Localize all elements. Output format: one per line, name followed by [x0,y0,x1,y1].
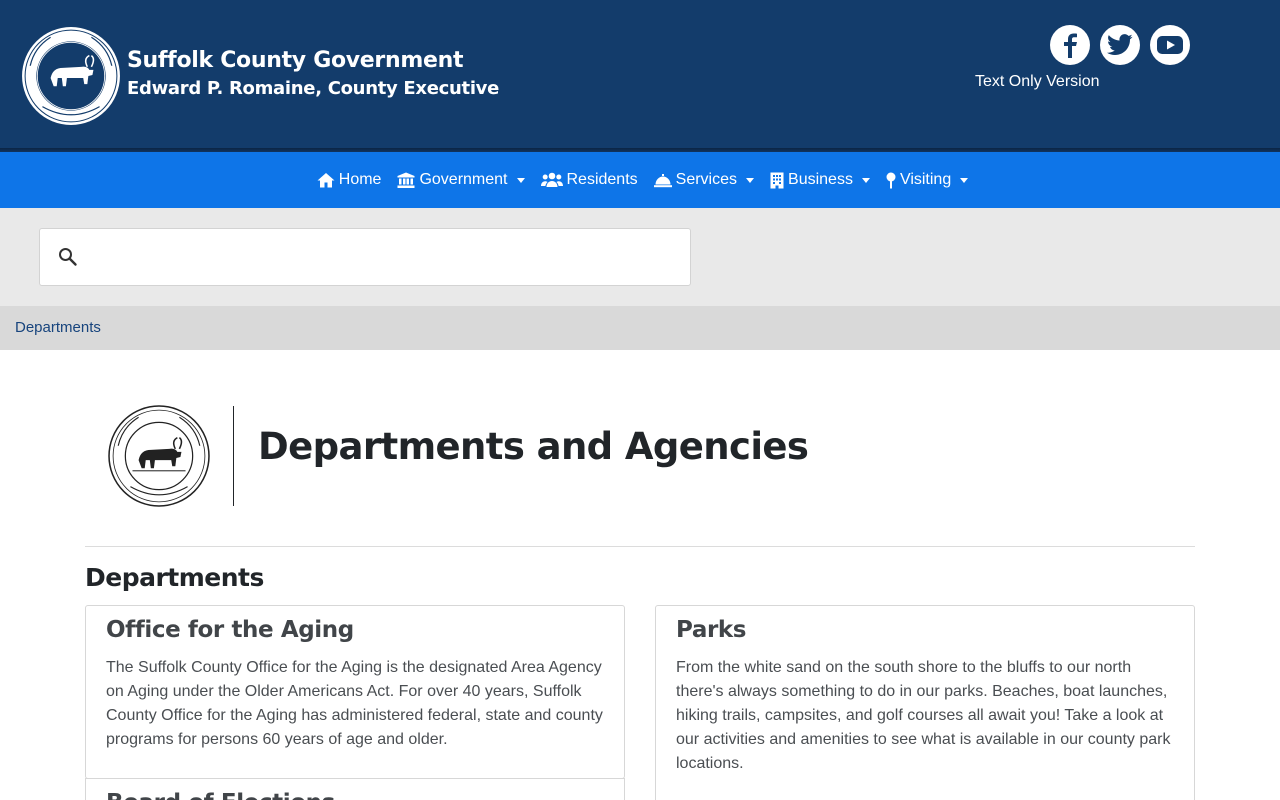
department-card-parks[interactable]: Parks From the white sand on the south s… [655,605,1195,800]
card-title[interactable]: Office for the Aging [106,617,354,643]
map-pin-icon [886,172,896,188]
nav-visiting[interactable]: Visiting [878,152,976,208]
youtube-icon[interactable] [1150,25,1190,65]
department-card-aging[interactable]: Office for the Aging The Suffolk County … [85,605,625,779]
users-icon [540,172,563,187]
facebook-icon[interactable] [1050,25,1090,65]
nav-services-label: Services [675,171,738,188]
county-seal-logo[interactable] [20,25,122,127]
chevron-down-icon [516,177,525,183]
home-icon [317,173,335,188]
title-divider [233,406,234,506]
breadcrumb-departments[interactable]: Departments [15,319,101,336]
nav-visiting-label: Visiting [899,171,952,188]
office-building-icon [770,172,784,188]
nav-home-label: Home [338,171,382,188]
site-subtitle[interactable]: Edward P. Romaine, County Executive [127,78,499,99]
chevron-down-icon [960,177,969,183]
service-bell-icon [653,174,672,188]
card-title[interactable]: Parks [676,617,746,643]
nav-business-label: Business [788,171,853,188]
search-box[interactable] [39,228,691,286]
nav-residents[interactable]: Residents [533,152,646,208]
government-building-icon [397,172,415,188]
county-seal-image [108,405,210,507]
search-icon [59,248,77,266]
card-description: From the white sand on the south shore t… [676,659,1171,772]
card-title[interactable]: Board of Elections [106,790,335,800]
nav-residents-label: Residents [566,171,638,188]
site-header: Suffolk County Government Edward P. Roma… [0,0,1280,152]
chevron-down-icon [746,177,755,183]
main-navigation: Home Government Residents Services Busin… [0,152,1280,208]
department-card-elections[interactable]: Board of Elections [85,778,625,800]
nav-government[interactable]: Government [389,152,532,208]
section-divider [85,546,1195,547]
text-only-version-link[interactable]: Text Only Version [975,73,1100,91]
site-title[interactable]: Suffolk County Government [127,48,463,73]
page-title: Departments and Agencies [258,425,809,468]
nav-services[interactable]: Services [646,152,762,208]
search-input[interactable] [96,239,676,275]
section-heading-departments: Departments [85,563,264,592]
twitter-icon[interactable] [1100,25,1140,65]
breadcrumb: Departments [0,306,1280,350]
nav-business[interactable]: Business [762,152,878,208]
chevron-down-icon [861,177,870,183]
nav-government-label: Government [419,171,508,188]
search-section [0,208,1280,306]
card-description: The Suffolk County Office for the Aging … [106,659,603,748]
nav-home[interactable]: Home [309,152,390,208]
